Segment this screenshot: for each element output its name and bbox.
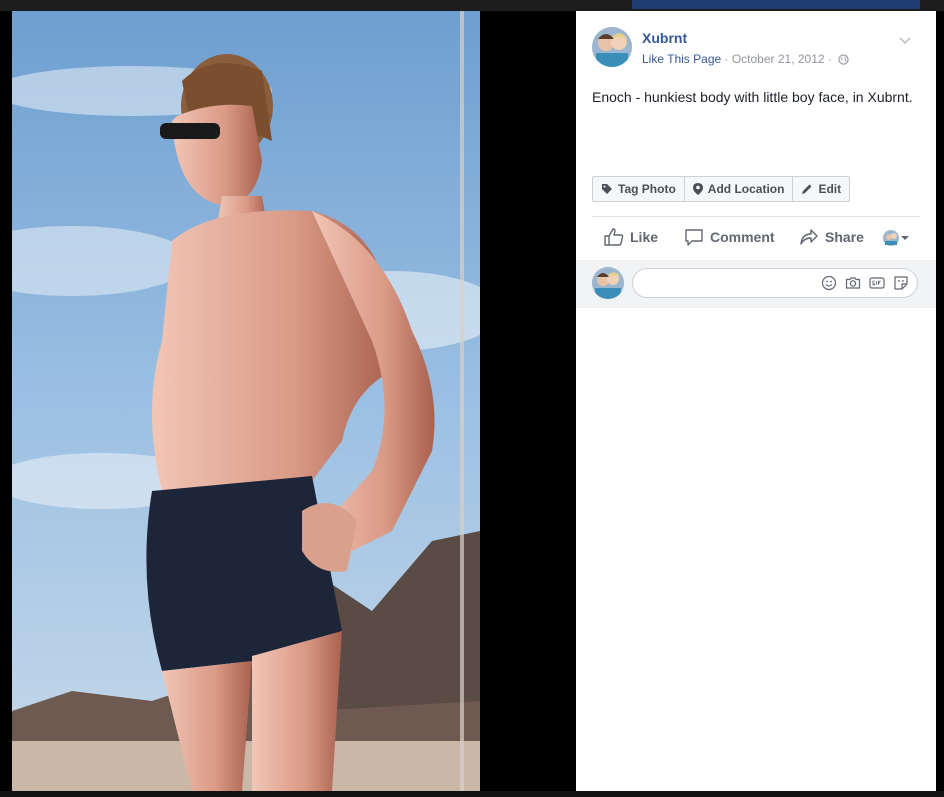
photo-stage (0, 11, 576, 791)
meta-separator-2: · (824, 52, 836, 66)
commenter-avatar-image (592, 267, 624, 299)
chevron-down-icon[interactable] (898, 33, 914, 49)
commenter-avatar (592, 267, 624, 299)
bottom-bar (0, 791, 944, 797)
like-button[interactable]: Like (604, 228, 658, 246)
post-date[interactable]: October 21, 2012 (732, 52, 825, 66)
smiley-icon[interactable] (821, 275, 837, 291)
add-location-label: Add Location (707, 182, 785, 196)
tag-photo-button[interactable]: Tag Photo (593, 177, 685, 201)
post-photo[interactable] (12, 11, 480, 791)
speech-bubble-icon (685, 229, 703, 246)
globe-icon (838, 54, 849, 68)
thumbs-up-icon (604, 228, 624, 246)
post-caption: Enoch - hunkiest body with little boy fa… (592, 89, 913, 105)
photo-actions-bar: Tag Photo Add Location Edit (592, 176, 851, 202)
add-location-button[interactable]: Add Location (685, 177, 794, 201)
comment-tools (813, 275, 909, 291)
share-label: Share (825, 229, 864, 245)
avatar-image (592, 27, 632, 67)
tag-photo-label: Tag Photo (618, 182, 676, 196)
page-name-link[interactable]: Xubrnt (642, 30, 687, 46)
like-label: Like (630, 229, 659, 245)
actor-avatar-icon (883, 230, 899, 246)
ufi-bar: Like Comment Share (592, 224, 920, 254)
like-page-link[interactable]: Like This Page (642, 52, 721, 66)
map-pin-icon (692, 183, 703, 195)
sticker-icon[interactable] (893, 275, 909, 291)
page-avatar[interactable] (592, 27, 632, 67)
comment-label: Comment (710, 229, 775, 245)
post-side-panel: Xubrnt Like This Page · October 21, 2012… (576, 11, 936, 791)
pencil-icon (802, 184, 812, 194)
tag-icon (602, 184, 612, 194)
post-header: Xubrnt Like This Page · October 21, 2012… (592, 27, 922, 71)
photo-image (12, 11, 480, 791)
edit-button[interactable]: Edit (793, 177, 849, 201)
post-meta: Like This Page · October 21, 2012 · (642, 52, 849, 68)
ufi-divider (592, 216, 920, 217)
meta-separator: · (721, 52, 732, 66)
top-blue-button[interactable] (632, 0, 920, 9)
share-arrow-icon (800, 229, 818, 245)
caret-down-icon (901, 236, 909, 240)
comment-input[interactable] (643, 273, 807, 295)
comment-composer (576, 260, 936, 308)
top-bar (0, 0, 944, 11)
camera-icon[interactable] (845, 275, 861, 291)
reaction-actor-selector[interactable] (882, 229, 910, 247)
comment-button[interactable]: Comment (684, 228, 775, 246)
share-button[interactable]: Share (799, 228, 864, 246)
gif-icon[interactable] (869, 275, 885, 291)
comment-input-box[interactable] (632, 268, 918, 298)
edit-label: Edit (818, 182, 842, 196)
